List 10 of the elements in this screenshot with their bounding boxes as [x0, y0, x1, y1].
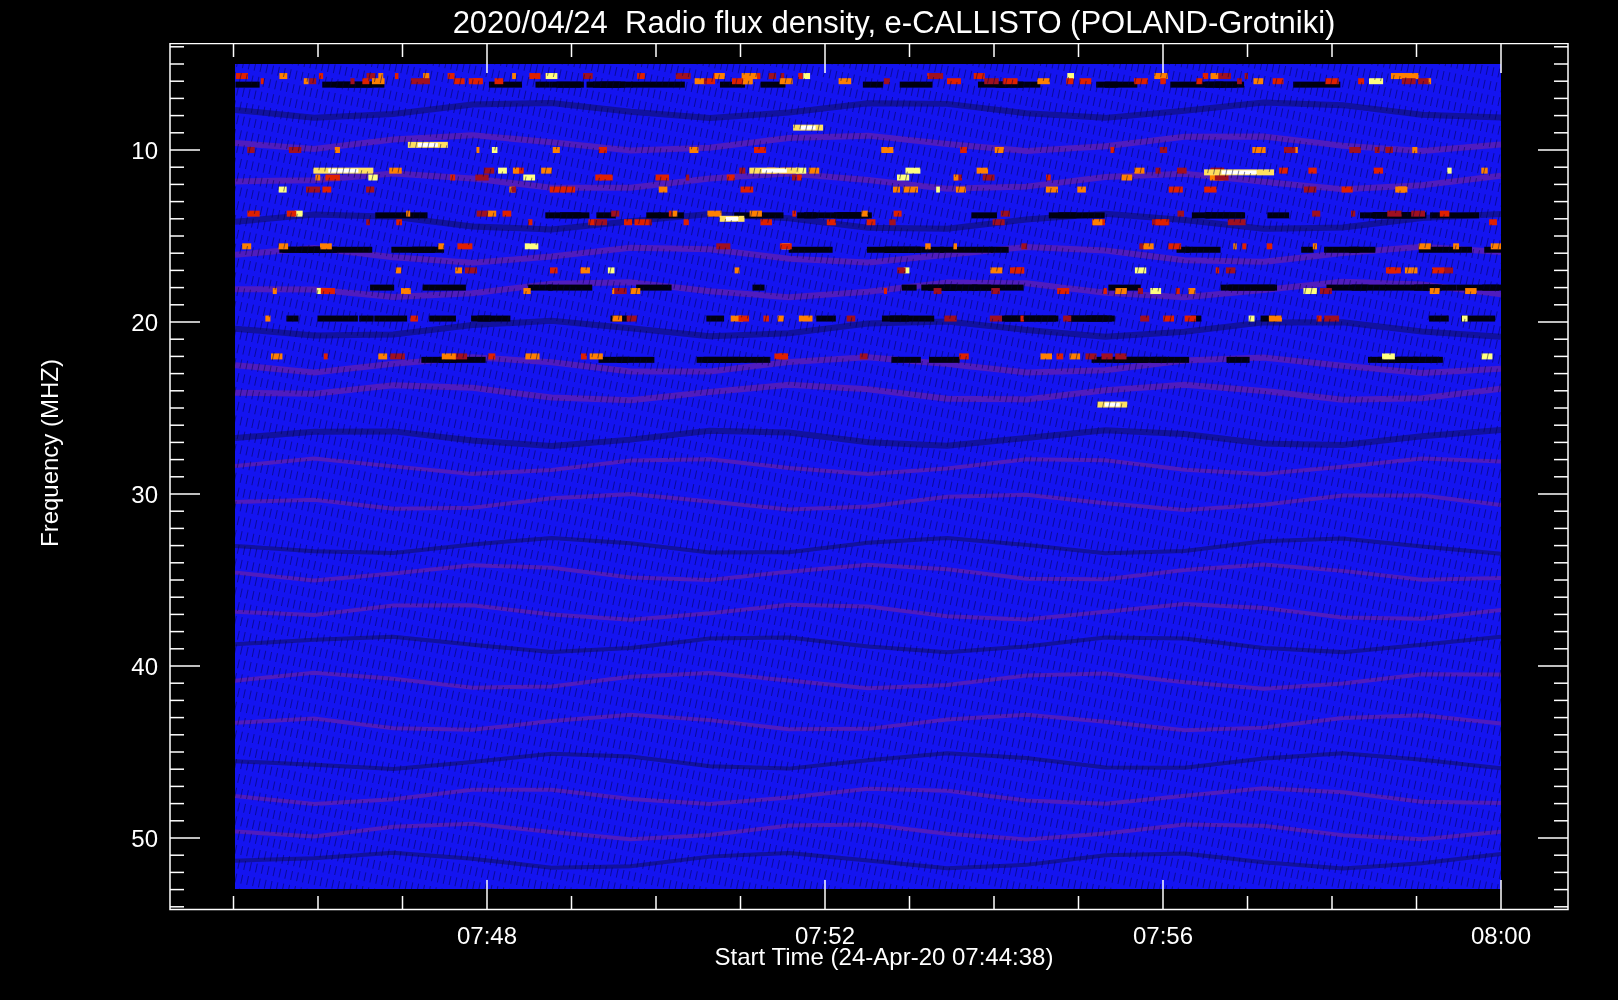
y-tick-label: 20	[131, 309, 158, 336]
chart-title: 2020/04/24 Radio flux density, e-CALLISTO (POLAND-Grotniki)	[452, 4, 1336, 41]
x-tick-label: 07:48	[456, 922, 518, 949]
x-tick-label: 07:56	[1132, 922, 1194, 949]
x-tick-label: 08:00	[1470, 922, 1532, 949]
y-tick-label: 10	[131, 137, 158, 164]
y-tick-label: 40	[131, 653, 158, 680]
y-axis-label: Frequency (MHZ)	[36, 359, 64, 547]
y-tick-label: 50	[131, 825, 158, 852]
y-tick-label: 30	[131, 481, 158, 508]
